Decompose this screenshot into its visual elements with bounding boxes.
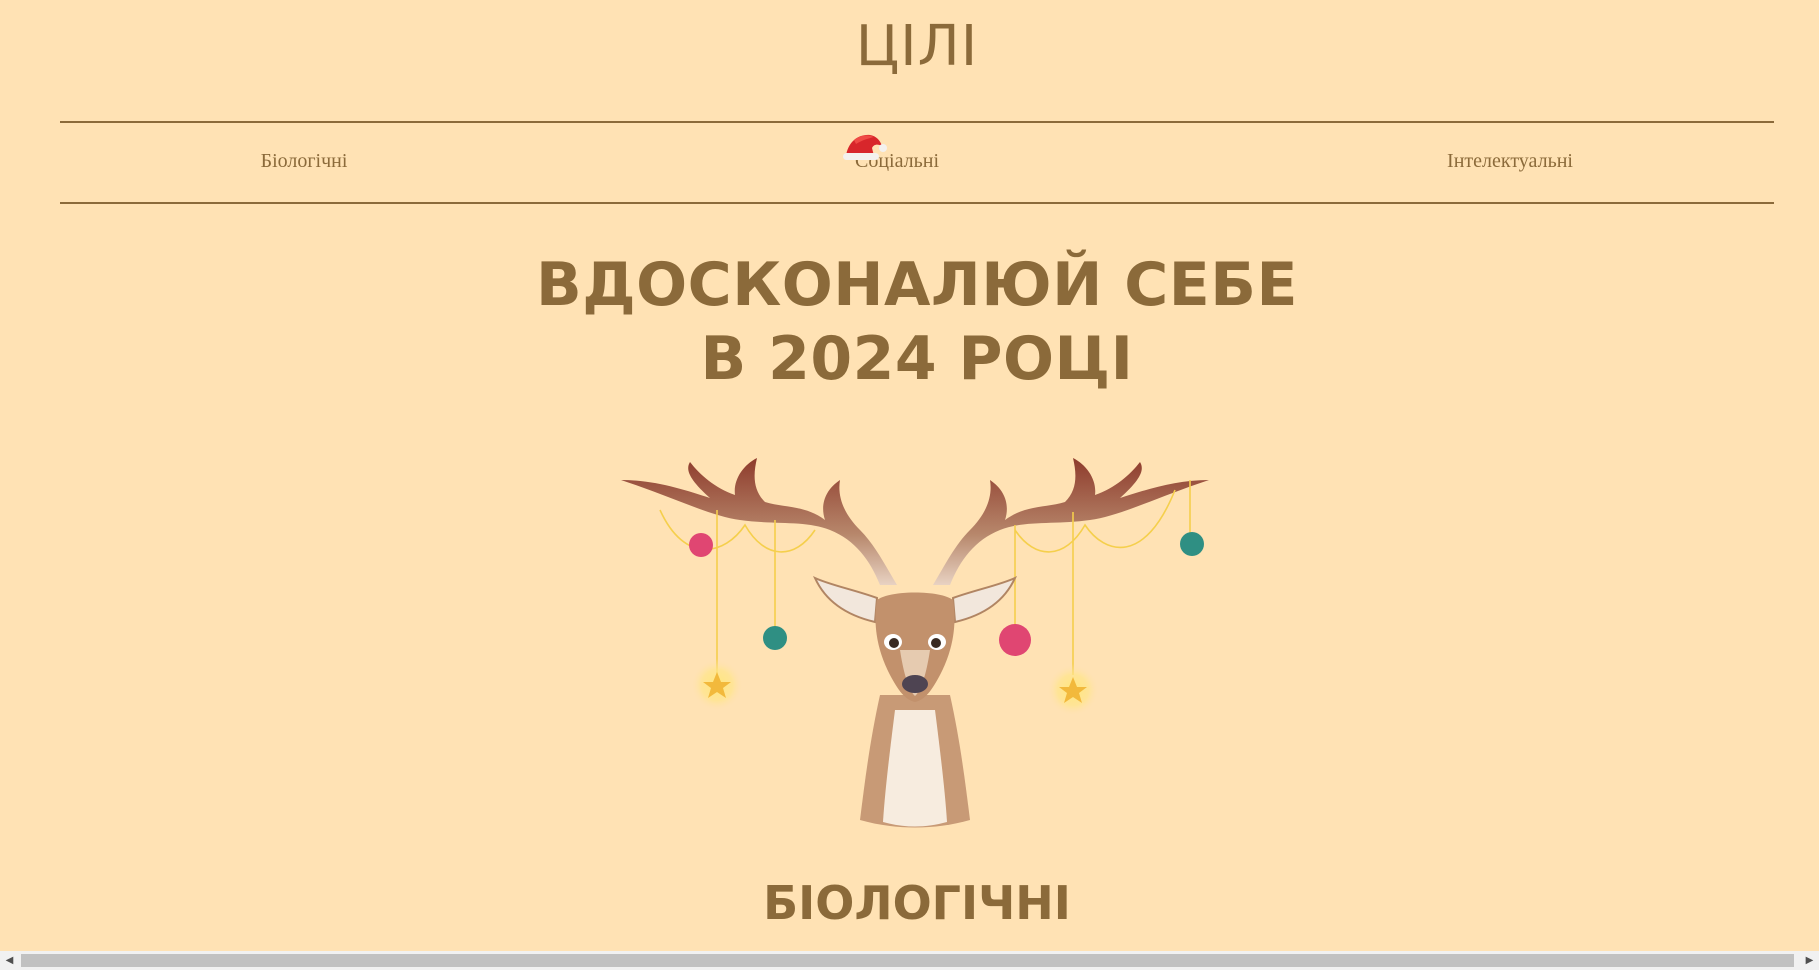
scrollbar-thumb[interactable] — [21, 954, 1794, 967]
teal-ornament — [763, 626, 787, 650]
teal-ornament — [1180, 532, 1204, 556]
nav-top-divider — [60, 121, 1774, 123]
hero-heading-line2: В 2024 РОЦІ — [700, 324, 1134, 394]
section-heading-biological: БІОЛОГІЧНІ — [763, 876, 1071, 930]
nav-link-intellectual[interactable]: Інтелектуальні — [1447, 150, 1573, 173]
chevron-right-icon[interactable]: ▶ — [1800, 951, 1819, 970]
right-antler — [933, 458, 1209, 585]
santa-hat-icon — [843, 134, 887, 160]
pink-ornament — [999, 624, 1031, 656]
nav-bottom-divider — [60, 202, 1774, 204]
nav-link-biological[interactable]: Біологічні — [261, 150, 348, 173]
deer-with-ornaments-illustration — [621, 458, 1209, 828]
hero-heading-line1: ВДОСКОНАЛЮЙ СЕБЕ — [535, 250, 1298, 320]
page-title: ЦІЛІ — [855, 14, 979, 79]
left-antler — [621, 458, 897, 585]
hero-heading: ВДОСКОНАЛЮЙ СЕБЕ В 2024 РОЦІ — [0, 248, 1819, 396]
horizontal-scrollbar[interactable]: ◀ ▶ — [0, 951, 1819, 970]
pink-ornament — [689, 533, 713, 557]
main-nav: Біологічні Соціальні Інтелектуальні — [0, 150, 1819, 176]
chevron-left-icon[interactable]: ◀ — [0, 951, 19, 970]
